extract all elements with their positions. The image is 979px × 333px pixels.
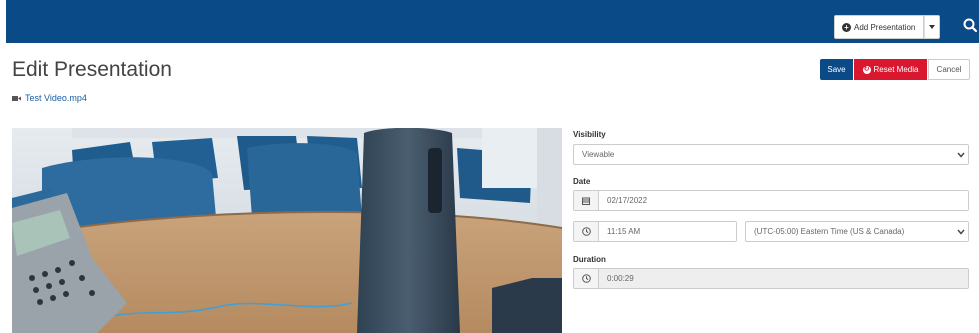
nav-left-edge — [0, 0, 6, 43]
video-preview[interactable] — [12, 128, 562, 333]
time-field[interactable]: 11:15 AM — [573, 221, 737, 242]
timezone-value: (UTC-05:00) Eastern Time (US & Canada) — [754, 227, 905, 236]
date-value: 02/17/2022 — [607, 196, 648, 205]
video-frame — [12, 128, 562, 333]
reset-circle-icon: ↻ — [862, 65, 871, 74]
add-presentation-label: Add Presentation — [854, 22, 916, 32]
media-file-name: Test Video.mp4 — [25, 93, 87, 103]
action-buttons: Save ↻ Reset Media Cancel — [820, 59, 970, 80]
page-title: Edit Presentation — [12, 58, 172, 81]
duration-field: 0:00:29 — [573, 268, 969, 289]
add-presentation-dropdown-toggle[interactable] — [924, 15, 941, 39]
top-nav-bar: + Add Presentation — [0, 0, 979, 43]
caret-down-icon — [929, 25, 936, 29]
duration-value: 0:00:29 — [607, 274, 634, 283]
add-presentation-group: + Add Presentation — [834, 15, 941, 39]
visibility-value: Viewable — [582, 150, 615, 159]
date-label: Date — [573, 177, 591, 186]
date-field[interactable]: 02/17/2022 — [573, 190, 969, 211]
reset-media-button[interactable]: ↻ Reset Media — [854, 59, 927, 80]
visibility-label: Visibility — [573, 130, 606, 139]
chevron-down-icon — [954, 229, 968, 235]
duration-label: Duration — [573, 255, 606, 264]
visibility-select[interactable]: Viewable — [573, 144, 969, 165]
cancel-button[interactable]: Cancel — [928, 59, 970, 80]
chevron-down-icon — [954, 152, 968, 158]
plus-circle-icon: + — [842, 22, 851, 32]
video-camera-icon — [12, 95, 21, 101]
timezone-select[interactable]: (UTC-05:00) Eastern Time (US & Canada) — [745, 221, 969, 242]
calendar-icon — [574, 191, 599, 210]
search-button[interactable] — [962, 16, 979, 36]
save-button[interactable]: Save — [820, 59, 853, 80]
search-icon — [963, 18, 978, 33]
time-value: 11:15 AM — [607, 227, 641, 236]
add-presentation-button[interactable]: + Add Presentation — [834, 15, 925, 39]
clock-icon — [574, 269, 599, 288]
reset-media-label: Reset Media — [873, 65, 919, 74]
clock-icon — [574, 222, 599, 241]
media-file-link[interactable]: Test Video.mp4 — [12, 93, 87, 103]
